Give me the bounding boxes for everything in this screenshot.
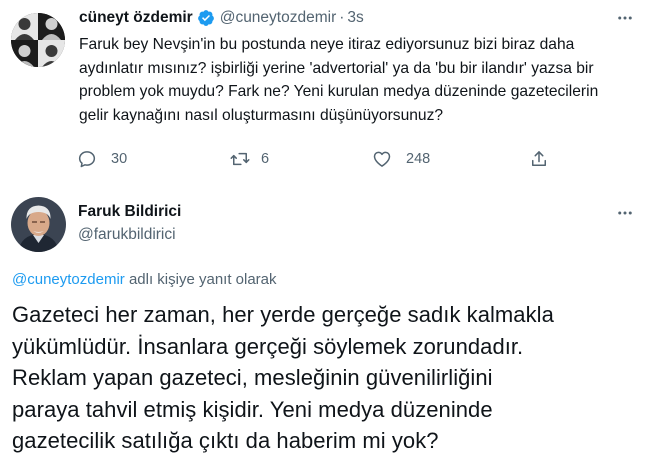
author-avatar[interactable] <box>11 13 65 67</box>
parent-tweet[interactable]: cüneyt özdemir @cuneytozdemir · 3s Faruk… <box>0 0 650 185</box>
retweet-icon <box>229 149 251 169</box>
like-button[interactable]: 248 <box>372 149 430 169</box>
avatar-portrait-image <box>11 197 66 252</box>
reply-tweet-text: Gazeteci her zaman, her yerde gerçeğe sa… <box>12 302 554 453</box>
retweet-button[interactable]: 6 <box>229 149 269 169</box>
verified-badge-icon <box>197 9 215 27</box>
author-name[interactable]: cüneyt özdemir <box>79 9 193 27</box>
share-button[interactable] <box>529 149 549 169</box>
author-handle[interactable]: @cuneytozdemir <box>220 9 337 27</box>
tweet-text: Faruk bey Nevşin'in bu postunda neye iti… <box>79 36 599 125</box>
replying-to-mention-link[interactable]: @cuneytozdemir <box>12 271 125 288</box>
reply-more-options-icon[interactable] <box>616 204 634 222</box>
avatar-collage-image <box>11 13 65 67</box>
share-icon <box>529 149 549 169</box>
reply-author-handle[interactable]: @farukbildirici <box>78 226 176 244</box>
replying-to-label: adlı kişiye yanıt olarak <box>124 271 277 288</box>
reply-count: 30 <box>111 151 128 167</box>
reply-author-avatar[interactable] <box>11 197 66 252</box>
tweet-actions: 30 6 248 <box>77 149 557 171</box>
tweet-timestamp[interactable]: 3s <box>347 9 363 27</box>
reply-button[interactable]: 30 <box>77 149 127 169</box>
reply-tweet[interactable]: Faruk Bildirici @farukbildirici @cuneyto… <box>0 186 650 465</box>
reply-icon <box>77 149 97 169</box>
more-options-icon[interactable] <box>616 9 634 27</box>
reply-author-name[interactable]: Faruk Bildirici <box>78 203 181 221</box>
retweet-count: 6 <box>261 151 270 167</box>
replying-to-line: @cuneytozdemir adlı kişiye yanıt olarak <box>12 271 277 288</box>
tweet-header: cüneyt özdemir @cuneytozdemir · 3s <box>79 7 364 29</box>
header-separator: · <box>339 9 345 26</box>
heart-icon <box>372 149 392 169</box>
like-count: 248 <box>406 151 431 167</box>
